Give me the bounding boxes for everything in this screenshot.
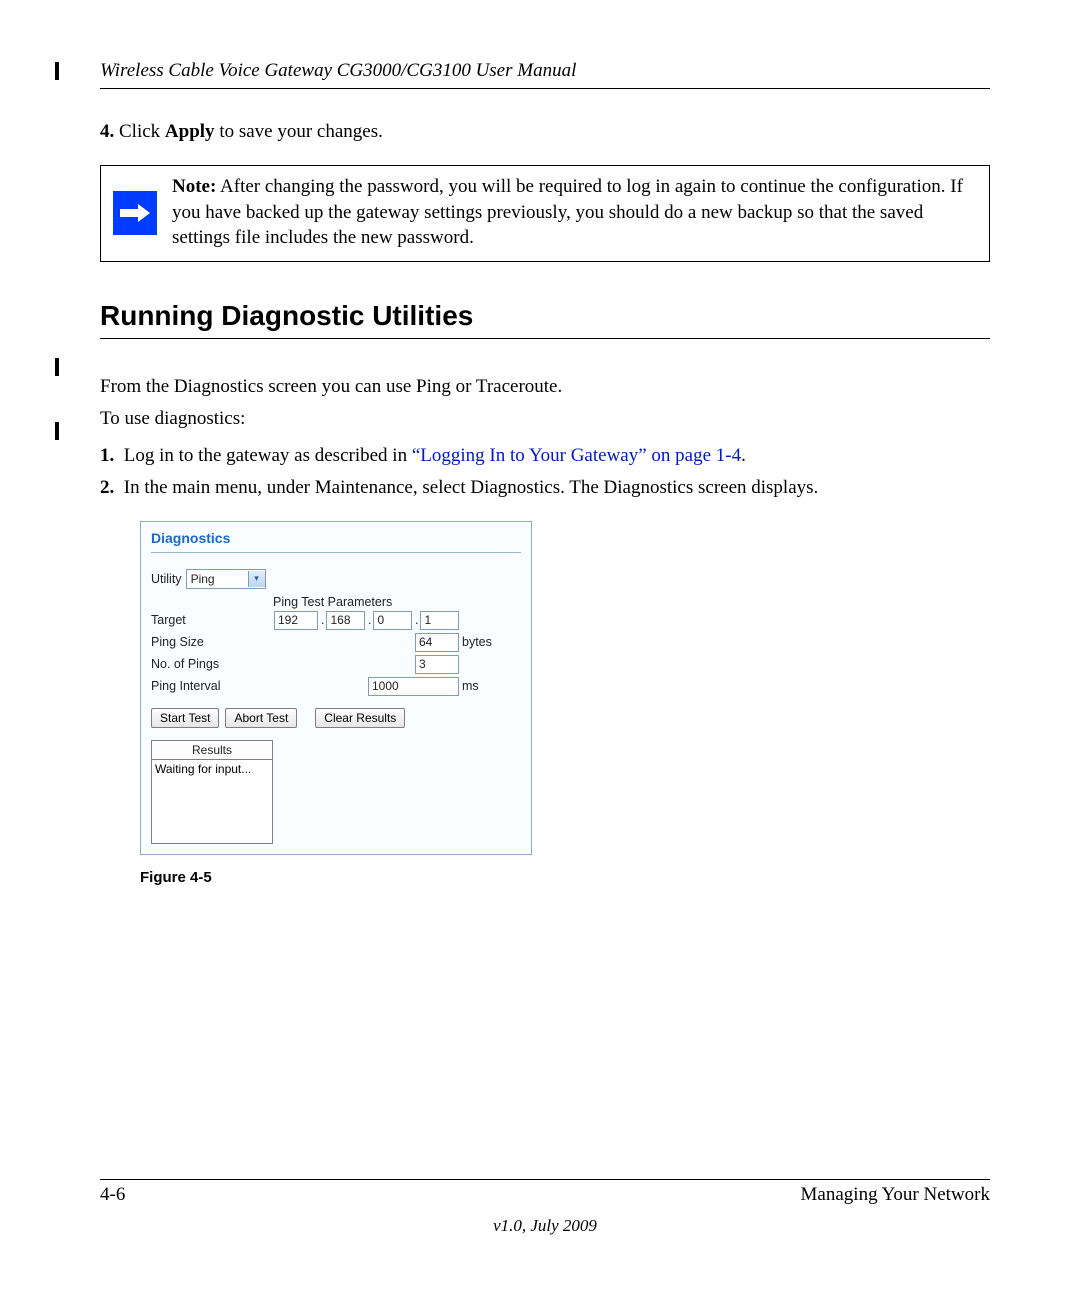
target-ip-3[interactable]: 0 [373, 611, 412, 630]
change-bar [55, 62, 59, 80]
note-text: Note: After changing the password, you w… [168, 166, 989, 261]
note-icon-cell [101, 166, 168, 261]
abort-test-button[interactable]: Abort Test [225, 708, 297, 728]
dot: . [415, 613, 418, 627]
figure-caption: Figure 4-5 [140, 869, 990, 886]
intro-line-2: To use diagnostics: [100, 405, 990, 434]
note-label: Note: [172, 176, 216, 197]
cross-ref-link[interactable]: “Logging In to Your Gateway” on page 1-4 [412, 445, 741, 466]
results-box: Results [151, 740, 273, 844]
utility-value: Ping [187, 572, 248, 586]
intro-line-1: From the Diagnostics screen you can use … [100, 373, 990, 402]
step-text-post: to save your changes. [215, 121, 383, 142]
ping-size-input[interactable]: 64 [415, 633, 459, 652]
no-pings-input[interactable]: 3 [415, 655, 459, 674]
step-1: 1. Log in to the gateway as described in… [100, 442, 990, 471]
ping-interval-input[interactable]: 1000 [368, 677, 459, 696]
step-2: 2. In the main menu, under Maintenance, … [100, 474, 990, 503]
diagnostics-title: Diagnostics [151, 530, 521, 553]
step1-post: . [741, 445, 746, 466]
start-test-button[interactable]: Start Test [151, 708, 219, 728]
ping-interval-label: Ping Interval [151, 679, 271, 693]
note-box: Note: After changing the password, you w… [100, 165, 990, 262]
step1-pre: Log in to the gateway as described in [124, 445, 412, 466]
ping-params-title: Ping Test Parameters [273, 595, 521, 609]
target-label: Target [151, 613, 271, 627]
target-ip-1[interactable]: 192 [274, 611, 318, 630]
step-number: 2. [100, 477, 114, 498]
diagnostics-panel: Diagnostics Utility Ping ▾ Ping Test Par… [140, 521, 532, 855]
section-heading: Running Diagnostic Utilities [100, 300, 990, 339]
step-4: 4. Click Apply to save your changes. [100, 121, 990, 143]
step-number: 1. [100, 445, 114, 466]
bytes-unit: bytes [462, 635, 521, 649]
arrow-right-icon [113, 191, 157, 235]
ping-params-grid: Target 192 .168 .0 .1 Ping Size 64 bytes… [151, 611, 521, 696]
figure-4-5: Diagnostics Utility Ping ▾ Ping Test Par… [140, 521, 990, 886]
target-ip-2[interactable]: 168 [326, 611, 365, 630]
results-title: Results [152, 741, 272, 760]
step2-text: In the main menu, under Maintenance, sel… [124, 477, 819, 498]
utility-row: Utility Ping ▾ [151, 569, 521, 589]
no-pings-label: No. of Pings [151, 657, 271, 671]
change-bar [55, 422, 59, 440]
apply-word: Apply [165, 121, 215, 142]
page-footer: 4-6 Managing Your Network v1.0, July 200… [100, 1179, 990, 1236]
change-bar [55, 358, 59, 376]
dot: . [321, 613, 324, 627]
step-text-pre: Click [119, 121, 165, 142]
version-date: v1.0, July 2009 [100, 1216, 990, 1236]
header-title: Wireless Cable Voice Gateway CG3000/CG31… [100, 60, 576, 81]
target-ip-4[interactable]: 1 [420, 611, 459, 630]
ms-unit: ms [462, 679, 521, 693]
utility-label: Utility [151, 572, 182, 586]
utility-select[interactable]: Ping ▾ [186, 569, 266, 589]
dot: . [368, 613, 371, 627]
section-name: Managing Your Network [801, 1184, 990, 1206]
clear-results-button[interactable]: Clear Results [315, 708, 405, 728]
ping-size-label: Ping Size [151, 635, 271, 649]
page-header: Wireless Cable Voice Gateway CG3000/CG31… [100, 60, 990, 89]
page-number: 4-6 [100, 1184, 125, 1206]
button-row: Start Test Abort Test Clear Results [151, 708, 521, 728]
step-number: 4. [100, 121, 114, 142]
chevron-down-icon: ▾ [248, 571, 265, 587]
results-textarea[interactable] [152, 760, 272, 840]
note-body: After changing the password, you will be… [172, 176, 963, 248]
